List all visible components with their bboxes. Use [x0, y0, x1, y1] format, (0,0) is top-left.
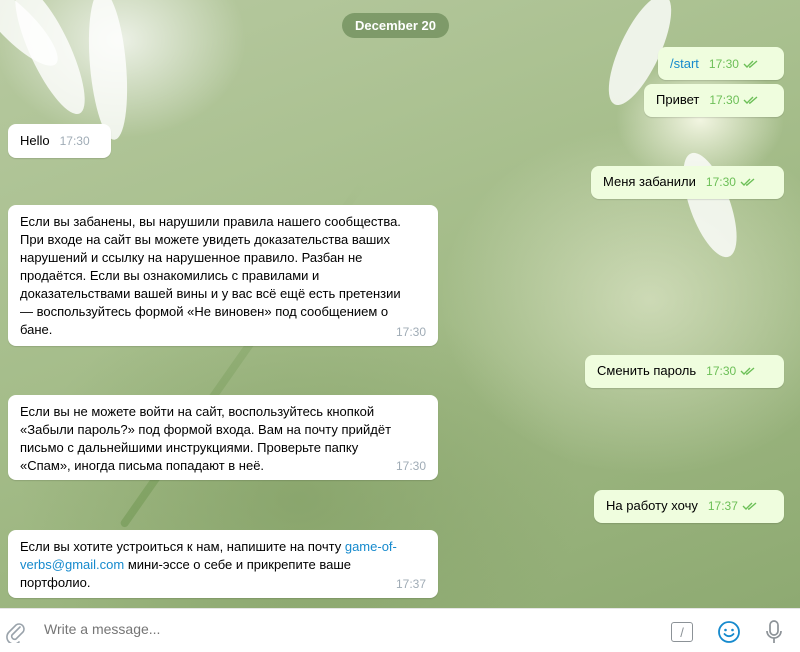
message-meta: 17:37	[708, 497, 760, 515]
emoji-icon[interactable]	[717, 620, 741, 644]
message-meta: 17:30	[709, 91, 761, 109]
message-text: Hello	[20, 133, 50, 148]
incoming-message[interactable]: Если вы забанены, вы нарушили правила на…	[8, 205, 438, 346]
message-meta: 17:30	[396, 323, 426, 341]
message-time: 17:37	[395, 577, 426, 591]
message-meta: 17:30	[60, 132, 90, 150]
message-meta: 17:30	[396, 457, 426, 475]
message-text: Если вы хотите устроиться к нам, напишит…	[20, 538, 426, 592]
outgoing-message[interactable]: Сменить пароль 17:30	[585, 355, 784, 388]
message-time: 17:30	[395, 325, 426, 339]
message-time: 17:30	[705, 175, 736, 189]
paperclip-icon[interactable]	[6, 621, 26, 645]
outgoing-message[interactable]: /start 17:30	[658, 47, 784, 80]
read-checkmarks-icon	[740, 177, 758, 187]
message-meta: 17:30	[706, 362, 758, 380]
message-text: На работу хочу	[606, 498, 698, 513]
date-separator: December 20	[342, 13, 449, 38]
wallpaper-petal	[672, 146, 748, 264]
message-time: 17:30	[706, 364, 737, 378]
message-text: Меня забанили	[603, 174, 696, 189]
message-text: Если вы забанены, вы нарушили правила на…	[20, 214, 401, 337]
message-meta: 17:30	[706, 173, 758, 191]
incoming-message[interactable]: Если вы не можете войти на сайт, восполь…	[8, 395, 438, 480]
message-time: 17:30	[59, 134, 90, 148]
message-composer: /	[0, 608, 800, 652]
incoming-message[interactable]: Если вы хотите устроиться к нам, напишит…	[8, 530, 438, 598]
wallpaper-petal	[83, 0, 133, 142]
outgoing-message[interactable]: На работу хочу 17:37	[594, 490, 784, 523]
outgoing-message[interactable]: Меня забанили 17:30	[591, 166, 784, 199]
message-time: 17:30	[395, 459, 426, 473]
read-checkmarks-icon	[743, 95, 761, 105]
read-checkmarks-icon	[743, 59, 761, 69]
message-meta: 17:37	[396, 575, 426, 593]
message-time: 17:30	[708, 57, 739, 71]
message-text: Сменить пароль	[597, 363, 697, 378]
read-checkmarks-icon	[742, 501, 760, 511]
message-meta: 17:30	[709, 55, 761, 73]
outgoing-message[interactable]: Привет 17:30	[644, 84, 784, 117]
commands-icon[interactable]: /	[671, 622, 693, 642]
message-input[interactable]	[44, 621, 644, 637]
message-text-part: Если вы хотите устроиться к нам, напишит…	[20, 539, 345, 554]
bot-command-link[interactable]: /start	[670, 56, 699, 71]
message-time: 17:37	[707, 499, 738, 513]
message-text: Если вы не можете войти на сайт, восполь…	[20, 404, 392, 473]
read-checkmarks-icon	[740, 366, 758, 376]
incoming-message[interactable]: Hello 17:30	[8, 124, 111, 158]
message-text: Привет	[656, 92, 700, 107]
microphone-icon[interactable]	[765, 619, 783, 645]
message-time: 17:30	[709, 93, 740, 107]
